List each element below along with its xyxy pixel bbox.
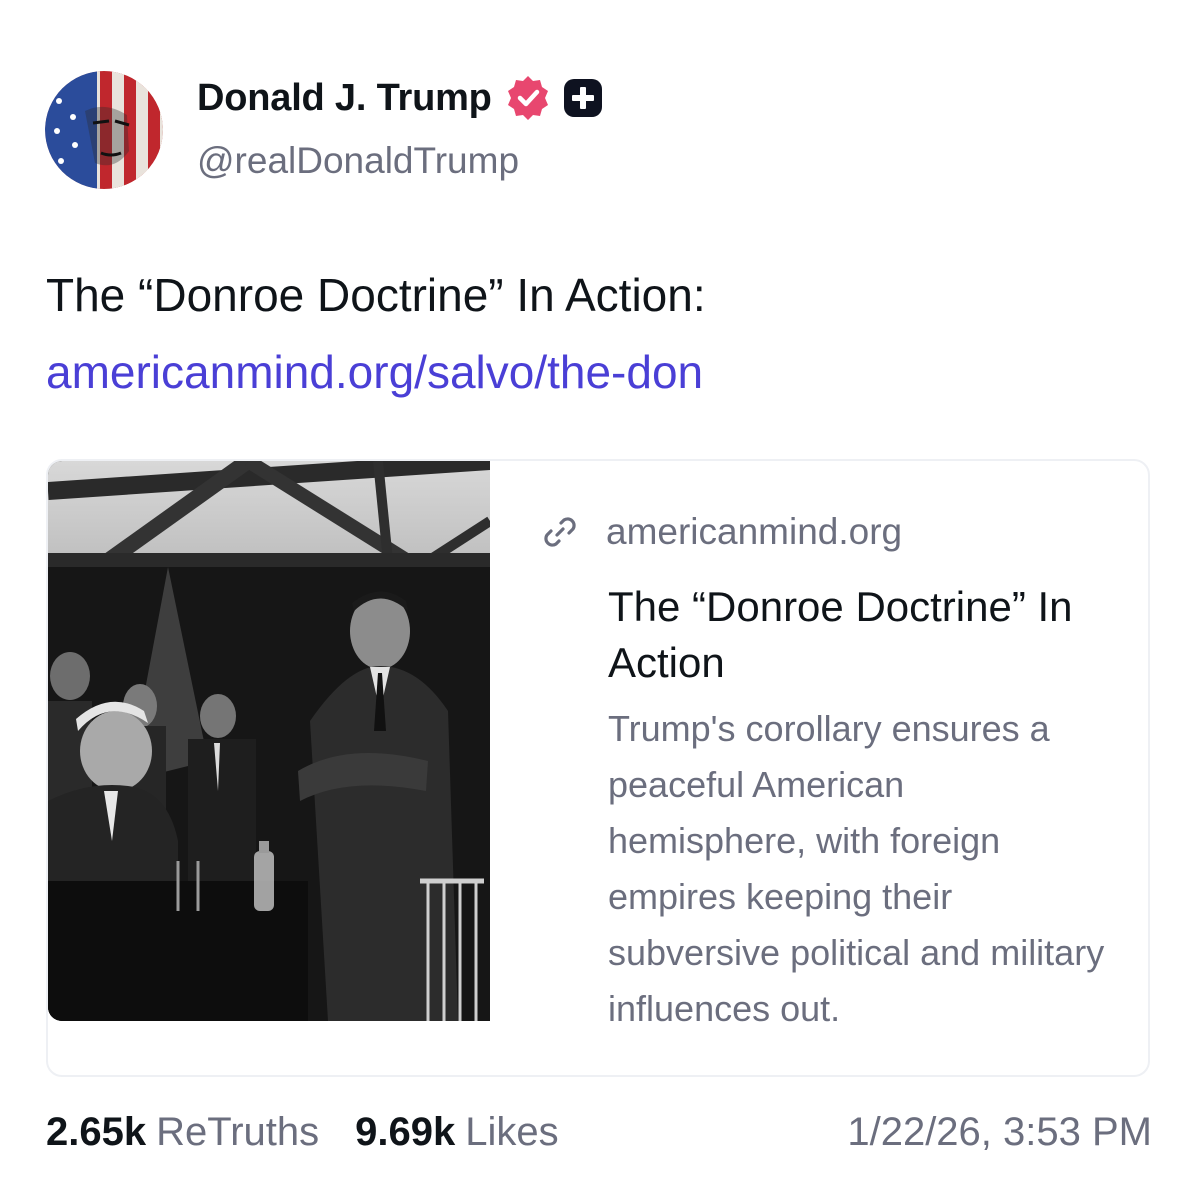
- likes-label[interactable]: Likes: [465, 1110, 558, 1155]
- post-timestamp: 1/22/26, 3:53 PM: [847, 1110, 1152, 1154]
- likes-count[interactable]: 9.69k: [355, 1110, 455, 1155]
- link-preview-card[interactable]: americanmind.org The “Donroe Doctrine” I…: [46, 459, 1150, 1077]
- retruths-count[interactable]: 2.65k: [46, 1110, 146, 1155]
- avatar[interactable]: [45, 71, 163, 189]
- card-title: The “Donroe Doctrine” In Action: [608, 583, 1073, 686]
- retruths-label[interactable]: ReTruths: [156, 1110, 319, 1155]
- post-stats: 2.65k ReTruths 9.69k Likes: [46, 1110, 559, 1155]
- verified-badge-icon: [506, 76, 550, 120]
- author-handle[interactable]: @realDonaldTrump: [197, 140, 519, 182]
- plus-badge-icon: [562, 77, 604, 119]
- author-name-row: Donald J. Trump: [197, 76, 604, 120]
- card-domain-row: americanmind.org: [540, 511, 902, 553]
- post: Donald J. Trump @realDonaldTrump The “Do…: [0, 0, 1198, 1200]
- card-image: [48, 461, 490, 1021]
- link-icon: [540, 512, 580, 552]
- card-domain: americanmind.org: [606, 511, 903, 552]
- post-link[interactable]: americanmind.org/salvo/the-don: [46, 345, 703, 399]
- post-text: The “Donroe Doctrine” In Action:: [46, 269, 706, 321]
- card-description: Trump's corollary ensures a peaceful Ame…: [608, 708, 1105, 1029]
- display-name[interactable]: Donald J. Trump: [197, 77, 492, 120]
